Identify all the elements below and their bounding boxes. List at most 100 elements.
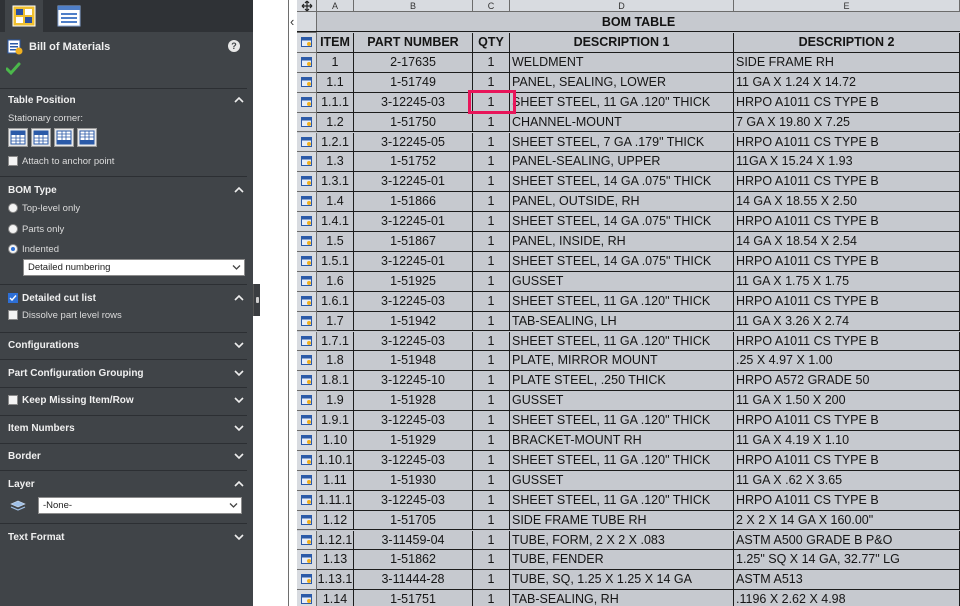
cell-part-number[interactable]: 1-51930: [354, 470, 473, 491]
cell-part-number[interactable]: 1-51705: [354, 510, 473, 531]
table-row[interactable]: 1.11.1 3-12245-03 1 SHEET STEEL, 11 GA .120…: [317, 490, 960, 511]
section-keep-missing[interactable]: Keep Missing Item/Row: [0, 392, 253, 408]
cell-part-number[interactable]: 1-51866: [354, 192, 473, 213]
cell-description-2[interactable]: HRPO A1011 CS TYPE B: [734, 251, 960, 272]
column-header-a[interactable]: A: [317, 0, 354, 12]
row-header[interactable]: [297, 450, 317, 471]
row-header[interactable]: [297, 431, 317, 451]
table-row[interactable]: 1.8.1 3-12245-10 1 PLATE STEEL, .250 THICK H…: [317, 371, 960, 392]
indented-radio[interactable]: [8, 244, 18, 254]
cell-item[interactable]: 1.13.1: [317, 570, 354, 591]
cell-item[interactable]: 1.14: [317, 590, 354, 606]
row-header[interactable]: [297, 291, 317, 312]
cell-description-2[interactable]: ASTM A513: [734, 570, 960, 591]
layer-dropdown[interactable]: -None-: [38, 497, 242, 514]
table-row[interactable]: 1.7.1 3-12245-03 1 SHEET STEEL, 11 GA .120"…: [317, 331, 960, 352]
cell-item[interactable]: 1.4.1: [317, 212, 354, 232]
help-icon[interactable]: ?: [228, 40, 240, 52]
cell-part-number[interactable]: 1-51749: [354, 72, 473, 93]
cell-qty[interactable]: 1: [473, 391, 510, 412]
section-part-config-grouping[interactable]: Part Configuration Grouping: [0, 365, 253, 381]
cell-description-2[interactable]: 7 GA X 19.80 X 7.25: [734, 112, 960, 133]
cell-part-number[interactable]: 1-51928: [354, 391, 473, 412]
column-header-d[interactable]: D: [510, 0, 734, 12]
cell-qty[interactable]: 1: [473, 271, 510, 292]
section-border[interactable]: Border: [0, 448, 253, 464]
row-header[interactable]: [297, 351, 317, 372]
chevron-up-icon[interactable]: [234, 95, 244, 105]
numbering-dropdown[interactable]: Detailed numbering: [23, 259, 245, 276]
cell-description-2[interactable]: HRPO A1011 CS TYPE B: [734, 411, 960, 431]
cell-qty[interactable]: 1: [473, 371, 510, 392]
table-row[interactable]: 1.1.1 3-12245-03 1 SHEET STEEL, 11 GA .120"…: [317, 92, 960, 113]
table-row[interactable]: 1.1 1-51749 1 PANEL, SEALING, LOWER 11 GA X …: [317, 72, 960, 93]
table-row[interactable]: 1.11 1-51930 1 GUSSET 11 GA X .62 X 3.65: [317, 470, 960, 491]
cell-qty[interactable]: 1: [473, 411, 510, 431]
cell-qty[interactable]: 1: [473, 311, 510, 332]
cell-item[interactable]: 1.7.1: [317, 331, 354, 352]
cell-description-2[interactable]: HRPO A1011 CS TYPE B: [734, 331, 960, 352]
keep-missing-checkbox[interactable]: [8, 395, 18, 405]
cell-qty[interactable]: 1: [473, 212, 510, 232]
cell-description-2[interactable]: 11 GA X 3.26 X 2.74: [734, 311, 960, 332]
cell-qty[interactable]: 1: [473, 172, 510, 193]
cell-item[interactable]: 1.5.1: [317, 251, 354, 272]
row-header[interactable]: [297, 52, 317, 73]
cell-part-number[interactable]: 1-51929: [354, 431, 473, 451]
row-header[interactable]: [297, 212, 317, 232]
ok-check-icon[interactable]: [6, 62, 21, 76]
dissolve-part-checkbox[interactable]: [8, 310, 18, 320]
cell-description-2[interactable]: 11 GA X 1.24 X 14.72: [734, 72, 960, 93]
corner-top-right-button[interactable]: [31, 128, 51, 147]
cell-item[interactable]: 1.4: [317, 192, 354, 213]
cell-part-number[interactable]: 3-12245-03: [354, 291, 473, 312]
cell-description-2[interactable]: 11 GA X 1.75 X 1.75: [734, 271, 960, 292]
bom-type-top-level[interactable]: Top-level only: [8, 201, 80, 215]
cell-description-1[interactable]: PANEL, OUTSIDE, RH: [510, 192, 734, 213]
cell-item[interactable]: 1.3: [317, 152, 354, 173]
cell-part-number[interactable]: 1-51752: [354, 152, 473, 173]
cell-description-1[interactable]: TUBE, SQ, 1.25 X 1.25 X 14 GA: [510, 570, 734, 591]
cell-description-1[interactable]: TUBE, FENDER: [510, 550, 734, 571]
section-layer[interactable]: Layer: [0, 476, 253, 492]
panel-resize-handle[interactable]: [253, 284, 260, 316]
table-row[interactable]: 1.5 1-51867 1 PANEL, INSIDE, RH 14 GA X 18.5…: [317, 232, 960, 252]
cell-description-1[interactable]: PANEL-SEALING, UPPER: [510, 152, 734, 173]
row-header[interactable]: [297, 232, 317, 252]
cell-part-number[interactable]: 2-17635: [354, 52, 473, 73]
bom-type-parts-only[interactable]: Parts only: [8, 222, 64, 236]
cell-item[interactable]: 1.7: [317, 311, 354, 332]
cell-qty[interactable]: 1: [473, 510, 510, 531]
cell-description-2[interactable]: 14 GA X 18.54 X 2.54: [734, 232, 960, 252]
row-header[interactable]: [297, 132, 317, 153]
tab-feature-tree[interactable]: [50, 0, 88, 32]
cell-description-2[interactable]: HRPO A572 GRADE 50: [734, 371, 960, 392]
bom-table[interactable]: A B C D E BOM TABLE ITEM PART NUMBER QTY DE…: [297, 0, 960, 606]
cell-qty[interactable]: 1: [473, 52, 510, 73]
cell-description-2[interactable]: .25 X 4.97 X 1.00: [734, 351, 960, 372]
cell-description-2[interactable]: ASTM A500 GRADE B P&O: [734, 530, 960, 551]
table-row[interactable]: 1.6.1 3-12245-03 1 SHEET STEEL, 11 GA .120"…: [317, 291, 960, 312]
cell-qty[interactable]: 1: [473, 351, 510, 372]
section-detailed-cut-list[interactable]: Detailed cut list: [0, 290, 253, 306]
table-row[interactable]: 1.2 1-51750 1 CHANNEL-MOUNT 7 GA X 19.80 X 7…: [317, 112, 960, 133]
bom-type-indented[interactable]: Indented: [8, 242, 59, 256]
section-text-format[interactable]: Text Format: [0, 529, 253, 545]
cell-description-1[interactable]: GUSSET: [510, 271, 734, 292]
cell-item[interactable]: 1.12.1: [317, 530, 354, 551]
chevron-up-icon[interactable]: [234, 479, 244, 489]
table-row[interactable]: 1.9 1-51928 1 GUSSET 11 GA X 1.50 X 200: [317, 391, 960, 412]
cell-item[interactable]: 1.11: [317, 470, 354, 491]
cell-description-1[interactable]: TAB-SEALING, RH: [510, 590, 734, 606]
row-header[interactable]: [297, 72, 317, 93]
section-table-position[interactable]: Table Position: [0, 92, 253, 108]
dissolve-part-option[interactable]: Dissolve part level rows: [8, 308, 122, 322]
row-header[interactable]: [297, 271, 317, 292]
cell-item[interactable]: 1.6.1: [317, 291, 354, 312]
cell-item[interactable]: 1.5: [317, 232, 354, 252]
cell-description-2[interactable]: HRPO A1011 CS TYPE B: [734, 291, 960, 312]
row-header[interactable]: [297, 470, 317, 491]
cell-item[interactable]: 1.2: [317, 112, 354, 133]
cell-item[interactable]: 1: [317, 52, 354, 73]
cell-description-1[interactable]: SHEET STEEL, 7 GA .179" THICK: [510, 132, 734, 153]
